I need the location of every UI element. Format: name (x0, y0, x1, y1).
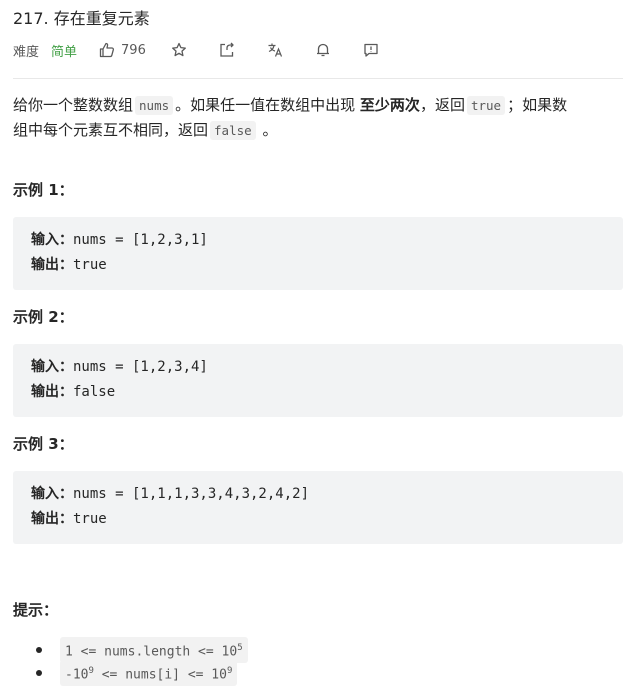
input-value: nums = [1,2,3,4] (73, 359, 208, 375)
output-value: false (73, 384, 116, 400)
example-heading: 示例 2： (13, 308, 74, 326)
input-value: nums = [1,1,1,3,3,4,3,2,4,2] (73, 486, 310, 502)
feedback-icon (364, 43, 378, 57)
star-icon (171, 42, 186, 57)
example-input-line: 输入：nums = [1,2,3,4] (31, 355, 208, 380)
translate-icon (268, 43, 282, 57)
problem-meta-bar: 难度 简单 796 (13, 40, 380, 60)
problem-description: 给你一个整数数组 nums 。如果任一值在数组中出现 至少两次，返回 true ；如果数… (13, 93, 625, 143)
translate-button[interactable] (266, 41, 284, 59)
example-output-line: 输出：true (31, 507, 107, 532)
difficulty-label: 难度 (13, 44, 40, 60)
output-label: 输出： (31, 384, 73, 400)
favorite-button[interactable] (170, 41, 188, 59)
input-label: 输入： (31, 359, 73, 375)
bullet (36, 647, 42, 653)
desc-text: 。如果任一值在数组中出现 (175, 96, 356, 114)
output-label: 输出： (31, 257, 73, 273)
input-label: 输入： (31, 232, 73, 248)
output-value: true (73, 511, 107, 527)
example-code-block: 输入：nums = [1,2,3,1] 输出：true (13, 217, 623, 290)
example-heading: 示例 3： (13, 435, 74, 453)
problem-page: 217. 存在重复元素 难度 简单 796 给你一个整数数组 nums 。如果任… (0, 0, 637, 696)
share-icon (220, 42, 234, 57)
desc-text: 给你一个整数数组 (13, 96, 134, 114)
example-input-line: 输入：nums = [1,2,3,1] (31, 228, 208, 253)
input-value: nums = [1,2,3,1] (73, 232, 208, 248)
bell-icon (316, 43, 329, 57)
notify-button[interactable] (314, 41, 332, 59)
desc-text: 。 (262, 121, 278, 139)
difficulty-badge: 简单 (51, 44, 78, 60)
output-label: 输出： (31, 511, 73, 527)
example-code-block: 输入：nums = [1,1,1,3,3,4,3,2,4,2] 输出：true (13, 471, 623, 544)
inline-code: true (466, 96, 506, 115)
constraint-code: -109 <= nums[i] <= 109 (60, 660, 238, 687)
inline-code: false (210, 121, 256, 140)
output-value: true (73, 257, 107, 273)
desc-text: ；如果数 (507, 96, 568, 114)
example-heading: 示例 1： (13, 181, 74, 199)
like-button[interactable]: 796 (99, 42, 146, 58)
constraints-heading: 提示： (13, 601, 59, 619)
inline-code: nums (135, 96, 174, 115)
problem-title: 217. 存在重复元素 (13, 9, 150, 28)
desc-bold: 至少两次 (359, 96, 420, 114)
example-output-line: 输出：false (31, 380, 115, 405)
like-count: 796 (121, 42, 146, 58)
example-output-line: 输出：true (31, 253, 107, 278)
example-input-line: 输入：nums = [1,1,1,3,3,4,3,2,4,2] (31, 482, 309, 507)
input-label: 输入： (31, 486, 73, 502)
bullet (36, 670, 42, 676)
feedback-button[interactable] (362, 41, 380, 59)
desc-text: 组中每个元素互不相同，返回 (13, 121, 209, 139)
share-button[interactable] (218, 41, 236, 59)
thumbs-up-icon (99, 42, 115, 58)
header-divider (13, 78, 623, 79)
example-code-block: 输入：nums = [1,2,3,4] 输出：false (13, 344, 623, 417)
desc-text: ，返回 (419, 96, 465, 114)
